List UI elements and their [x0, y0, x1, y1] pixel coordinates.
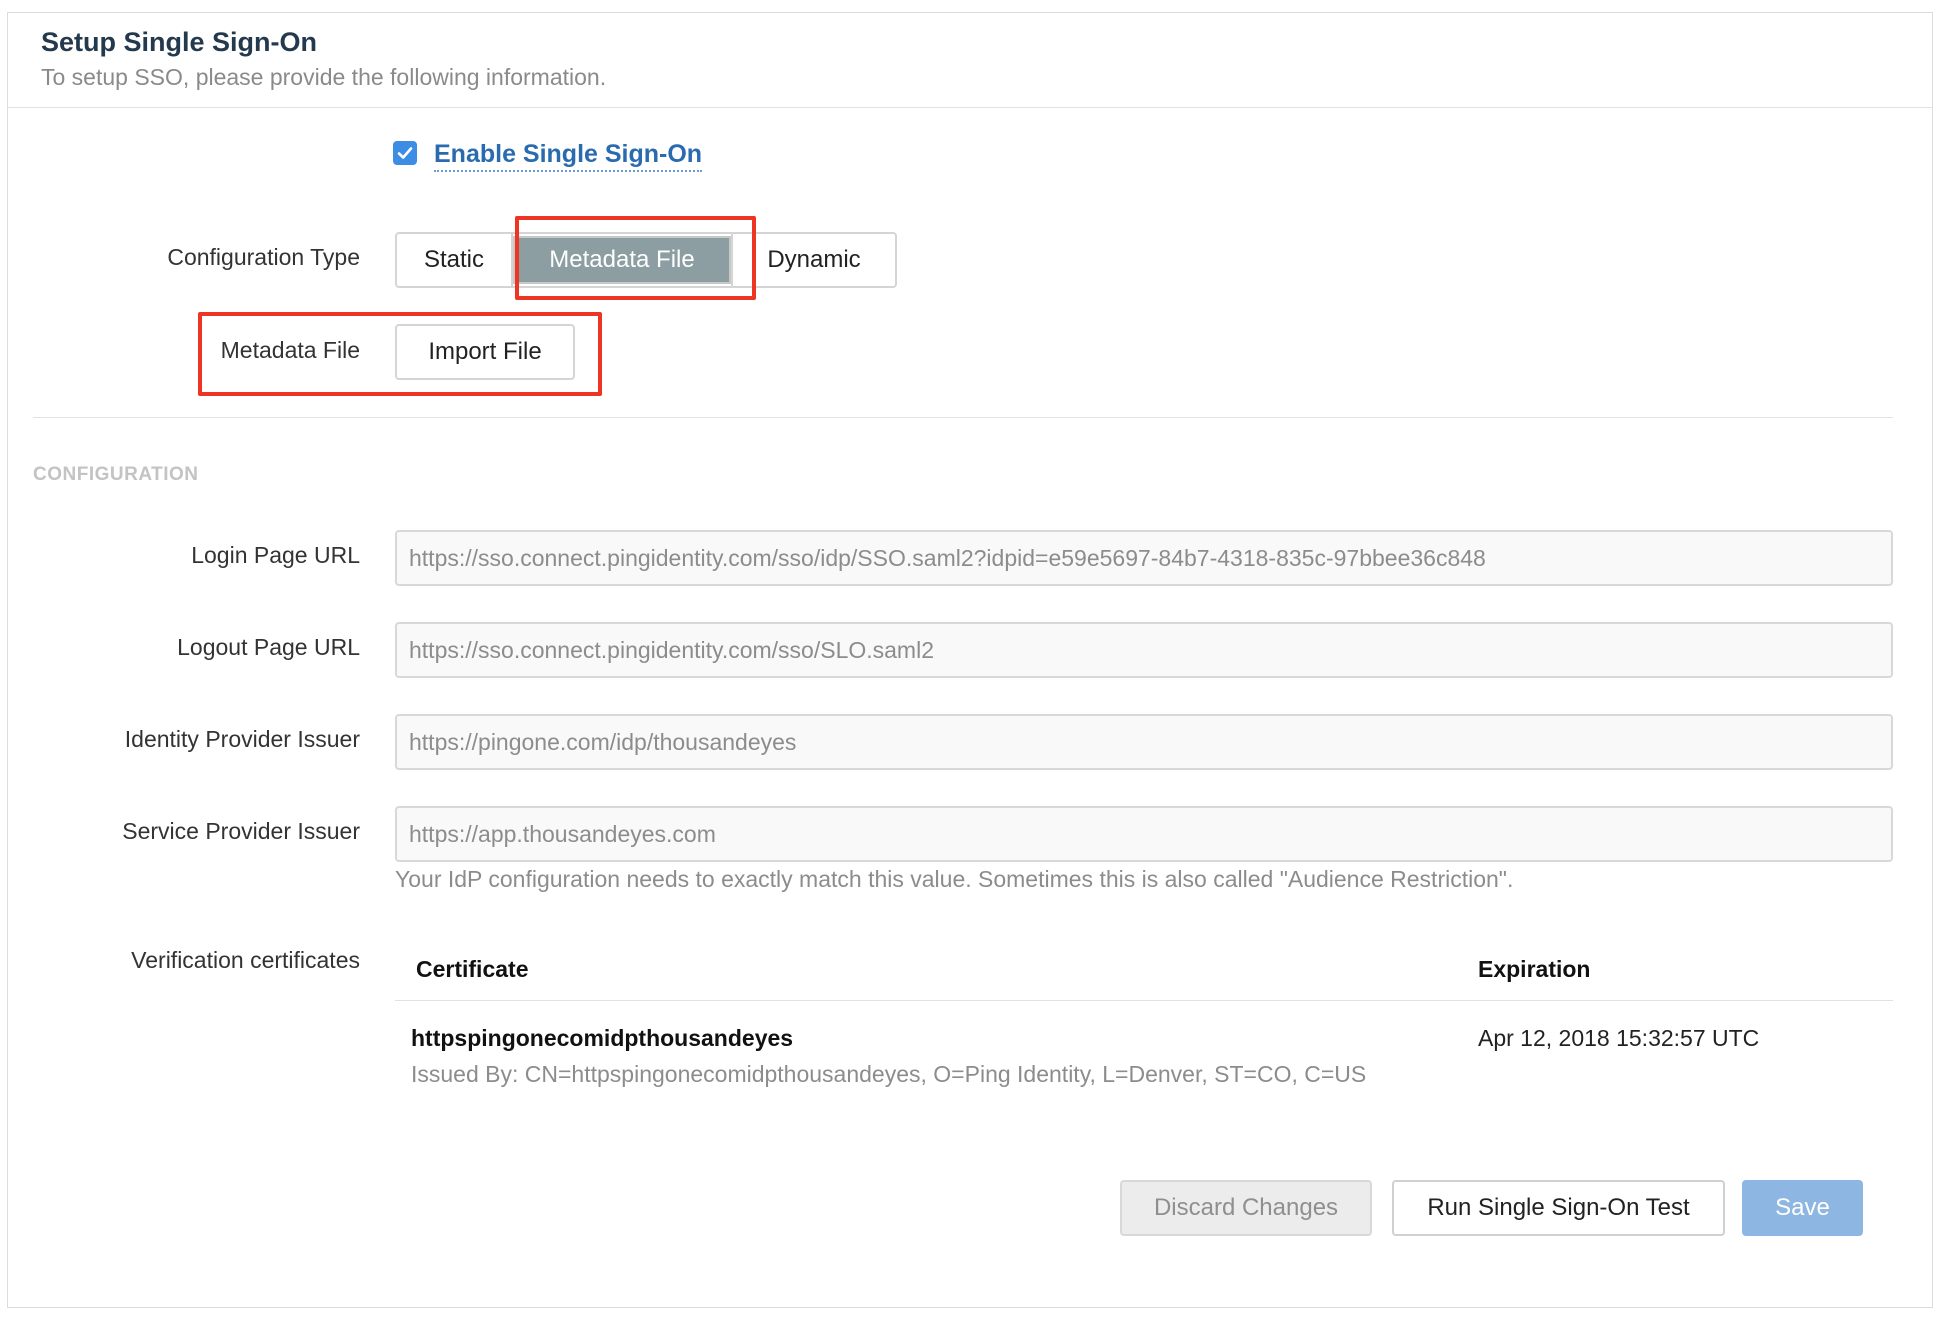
checkmark-icon	[397, 147, 413, 159]
logout-page-url-input[interactable]	[395, 622, 1893, 678]
certificate-expiration: Apr 12, 2018 15:32:57 UTC	[1478, 1025, 1760, 1051]
logout-page-url-label: Logout Page URL	[177, 634, 360, 660]
service-provider-issuer-input[interactable]	[395, 806, 1893, 862]
save-button[interactable]: Save	[1742, 1180, 1863, 1236]
enable-sso-checkbox[interactable]	[393, 141, 417, 165]
login-page-url-input[interactable]	[395, 530, 1893, 586]
verification-certificates-label: Verification certificates	[131, 947, 360, 973]
table-header-divider	[395, 1000, 1893, 1001]
login-page-url-label: Login Page URL	[191, 542, 360, 568]
identity-provider-issuer-input[interactable]	[395, 714, 1893, 770]
highlight-box-metadata-file	[198, 312, 602, 396]
panel-header: Setup Single Sign-On To setup SSO, pleas…	[8, 13, 1932, 108]
run-sso-test-button[interactable]: Run Single Sign-On Test	[1392, 1180, 1725, 1236]
service-provider-issuer-label: Service Provider Issuer	[122, 818, 360, 844]
service-provider-issuer-help: Your IdP configuration needs to exactly …	[395, 866, 1514, 892]
discard-changes-button[interactable]: Discard Changes	[1120, 1180, 1372, 1236]
enable-sso-label[interactable]: Enable Single Sign-On	[434, 140, 703, 172]
configuration-type-label: Configuration Type	[167, 244, 360, 270]
identity-provider-issuer-label: Identity Provider Issuer	[124, 726, 360, 752]
highlight-box-metadata-option	[515, 216, 756, 300]
expiration-column-header: Expiration	[1478, 956, 1591, 982]
page-title: Setup Single Sign-On	[41, 27, 317, 57]
section-divider	[33, 417, 1893, 418]
certificate-column-header: Certificate	[416, 956, 529, 982]
configuration-section-title: CONFIGURATION	[33, 464, 199, 485]
page-subtitle: To setup SSO, please provide the followi…	[41, 64, 607, 90]
certificate-issuer: Issued By: CN=httpspingonecomidpthousand…	[411, 1061, 1367, 1087]
config-type-static-button[interactable]: Static	[397, 234, 513, 286]
certificate-name: httpspingonecomidpthousandeyes	[411, 1025, 794, 1051]
